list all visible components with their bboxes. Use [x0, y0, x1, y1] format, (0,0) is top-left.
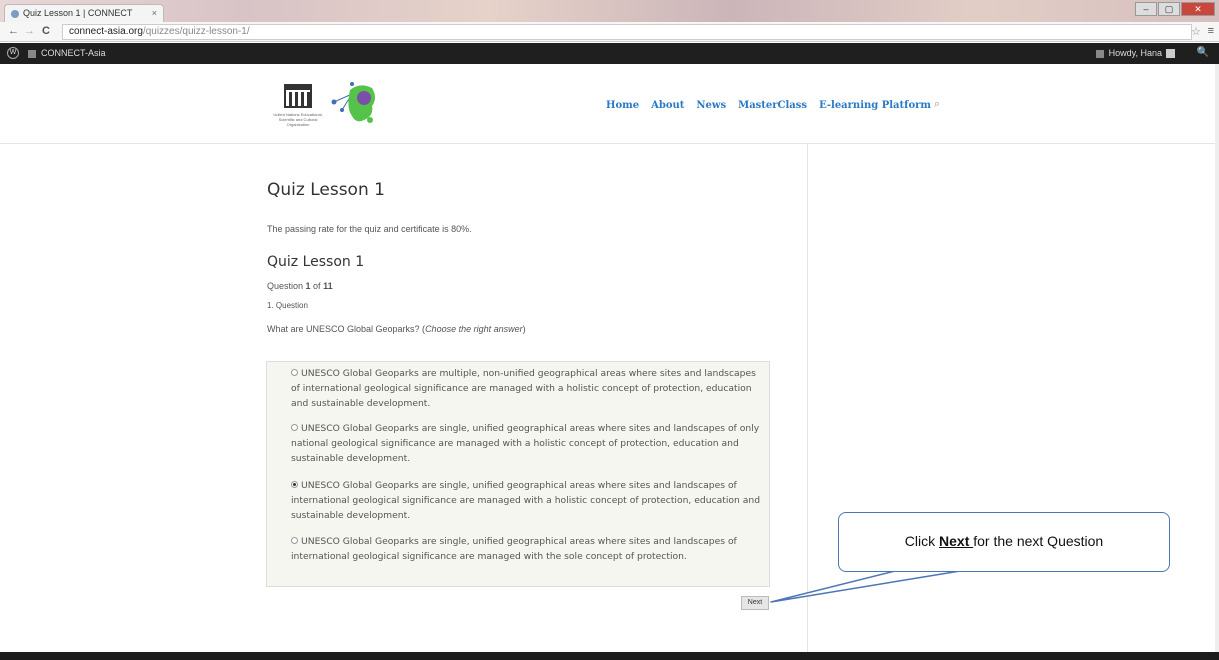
scrollbar[interactable]: [1215, 64, 1219, 654]
admin-account-link[interactable]: Howdy, Hana: [1095, 48, 1175, 59]
radio-button-1[interactable]: [291, 369, 298, 376]
answer-option-2[interactable]: UNESCO Global Geoparks are single, unifi…: [291, 421, 767, 466]
tab-close-icon[interactable]: ×: [152, 8, 157, 18]
window-controls: – ▢ ✕: [1135, 2, 1215, 16]
instruction-callout: Click Next for the next Question: [838, 512, 1170, 572]
page-title: Quiz Lesson 1: [267, 180, 385, 200]
admin-site-link[interactable]: CONNECT-Asia: [28, 48, 106, 58]
nav-about[interactable]: About: [651, 100, 684, 111]
unesco-logo[interactable]: United Nations Educational, Scientific a…: [270, 84, 326, 132]
callout-emphasis: Next: [939, 533, 974, 549]
question-hint: Choose the right answer: [425, 324, 523, 334]
maximize-button[interactable]: ▢: [1158, 2, 1180, 16]
radio-button-2[interactable]: [291, 424, 298, 431]
forward-arrow-icon[interactable]: →: [24, 25, 35, 37]
answer-option-4[interactable]: UNESCO Global Geoparks are single, unifi…: [291, 534, 767, 564]
browser-toolbar: ← → C connect-asia.org/quizzes/quizz-les…: [0, 22, 1219, 42]
favicon-icon: [11, 9, 19, 18]
search-icon[interactable]: ⌕: [934, 98, 940, 111]
answer-list: UNESCO Global Geoparks are multiple, non…: [266, 361, 770, 587]
next-button[interactable]: Next: [741, 596, 769, 610]
connect-asia-logo[interactable]: [330, 80, 380, 128]
site-footer: [0, 652, 1219, 660]
quiz-content: Quiz Lesson 1 The passing rate for the q…: [267, 180, 787, 334]
question-label: 1. Question: [267, 301, 308, 310]
url-host: connect-asia.org: [69, 26, 143, 37]
browser-menu-icon[interactable]: ≡: [1208, 25, 1214, 37]
url-path: /quizzes/quizz-lesson-1/: [142, 26, 250, 37]
close-window-button[interactable]: ✕: [1181, 2, 1215, 16]
nav-news[interactable]: News: [696, 100, 726, 111]
wordpress-logo-icon[interactable]: W: [7, 47, 19, 59]
address-bar[interactable]: connect-asia.org/quizzes/quizz-lesson-1/: [62, 24, 1192, 40]
question-counter: Question 1 of 11: [267, 281, 333, 291]
back-arrow-icon[interactable]: ←: [8, 25, 19, 37]
notification-icon: [1095, 49, 1104, 58]
minimize-button[interactable]: –: [1135, 2, 1157, 16]
avatar: [1166, 49, 1175, 59]
nav-home[interactable]: Home: [606, 100, 639, 111]
site-header: United Nations Educational, Scientific a…: [0, 64, 1219, 144]
answer-option-3[interactable]: UNESCO Global Geoparks are single, unifi…: [291, 478, 767, 523]
nav-masterclass[interactable]: MasterClass: [738, 100, 807, 111]
reload-icon[interactable]: C: [42, 25, 50, 37]
nav-e-learning[interactable]: E-learning Platform: [819, 100, 931, 111]
admin-site-name: CONNECT-Asia: [41, 48, 106, 58]
unesco-caption: United Nations Educational, Scientific a…: [273, 112, 323, 127]
quiz-subtitle: Quiz Lesson 1: [267, 254, 365, 270]
answer-option-1[interactable]: UNESCO Global Geoparks are multiple, non…: [291, 366, 767, 411]
question-text: What are UNESCO Global Geoparks? (Choose…: [267, 324, 526, 334]
browser-titlebar: Quiz Lesson 1 | CONNECT × – ▢ ✕: [0, 0, 1219, 22]
dashboard-icon: [28, 49, 36, 58]
unesco-temple-icon: [284, 84, 312, 108]
tab-title: Quiz Lesson 1 | CONNECT: [23, 8, 133, 18]
radio-button-4[interactable]: [291, 537, 298, 544]
radio-button-3-selected[interactable]: [291, 481, 298, 488]
total-questions: 11: [323, 281, 333, 291]
bookmark-star-icon[interactable]: ☆: [1191, 25, 1201, 38]
wp-admin-bar: W CONNECT-Asia Howdy, Hana 🔍: [0, 43, 1219, 64]
main-navigation: Home About News MasterClass E-learning P…: [606, 100, 931, 111]
browser-tab[interactable]: Quiz Lesson 1 | CONNECT ×: [4, 4, 164, 22]
sidebar-divider: [807, 144, 808, 654]
passing-rate-text: The passing rate for the quiz and certif…: [267, 224, 472, 234]
admin-search-icon[interactable]: 🔍: [1197, 47, 1209, 58]
howdy-text: Howdy, Hana: [1108, 48, 1162, 58]
